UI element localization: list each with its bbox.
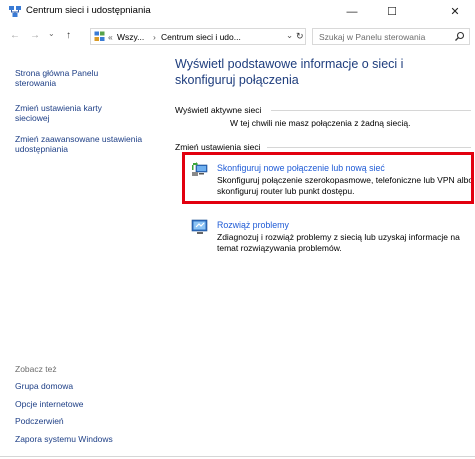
highlight-box — [182, 152, 474, 204]
refresh-button[interactable]: ↻ — [296, 31, 304, 42]
breadcrumb-overflow[interactable]: « — [108, 32, 113, 42]
troubleshoot-description: Zdiagnozuj i rozwiąż problemy z siecią l… — [217, 232, 460, 253]
sidebar-link-advanced-sharing[interactable]: Zmień zaawansowane ustawienia udostępnia… — [15, 134, 155, 154]
sidebar-link-adapter-settings[interactable]: Zmień ustawienia karty sieciowej — [15, 103, 135, 123]
see-also-infrared[interactable]: Podczerwień — [15, 416, 64, 426]
maximize-button[interactable]: ☐ — [375, 0, 409, 24]
section-divider — [271, 110, 471, 111]
forward-button[interactable]: → — [30, 30, 40, 41]
address-bar[interactable]: « Wszy... › Centrum sieci i udo... ⌄ — [90, 28, 306, 45]
search-icon[interactable] — [454, 31, 465, 42]
page-title: Wyświetl podstawowe informacje o sieci i… — [175, 57, 404, 87]
search-input[interactable]: Szukaj w Panelu sterowania — [312, 28, 470, 45]
no-connection-message: W tej chwili nie masz połączenia z żadną… — [230, 118, 411, 128]
troubleshoot-icon — [191, 219, 208, 234]
recent-locations-dropdown[interactable]: ⌄ — [48, 29, 55, 38]
main-content: Wyświetl podstawowe informacje o sieci i… — [163, 48, 475, 459]
see-also-windows-firewall[interactable]: Zapora systemu Windows — [15, 434, 113, 444]
window-bottom-border — [0, 456, 475, 457]
see-also-heading: Zobacz też — [15, 364, 57, 374]
troubleshoot-link[interactable]: Rozwiąż problemy — [217, 220, 289, 230]
network-center-icon — [9, 6, 21, 17]
breadcrumb-all-items[interactable]: Wszy... — [117, 32, 144, 42]
address-dropdown[interactable]: ⌄ — [286, 30, 293, 41]
see-also-internet-options[interactable]: Opcje internetowe — [15, 399, 84, 409]
active-networks-label: Wyświetl aktywne sieci — [175, 105, 262, 115]
sidebar-link-control-panel-home[interactable]: Strona główna Panelu sterowania — [15, 68, 125, 88]
up-button[interactable]: ↑ — [66, 30, 71, 41]
breadcrumb-separator: › — [153, 32, 156, 42]
close-button[interactable]: ✕ — [438, 0, 472, 24]
change-settings-label: Zmień ustawienia sieci — [175, 142, 261, 152]
minimize-button[interactable]: — — [335, 0, 369, 24]
title-bar: Centrum sieci i udostępniania — ☐ ✕ — [0, 0, 475, 24]
breadcrumb-network-center[interactable]: Centrum sieci i udo... — [161, 32, 241, 42]
section-divider — [267, 147, 471, 148]
back-button[interactable]: ← — [10, 30, 20, 41]
search-placeholder: Szukaj w Panelu sterowania — [319, 32, 426, 42]
see-also-homegroup[interactable]: Grupa domowa — [15, 381, 73, 391]
window-title: Centrum sieci i udostępniania — [26, 5, 151, 16]
control-panel-icon — [94, 31, 105, 41]
sidebar: Strona główna Panelu sterowania Zmień us… — [0, 48, 163, 459]
